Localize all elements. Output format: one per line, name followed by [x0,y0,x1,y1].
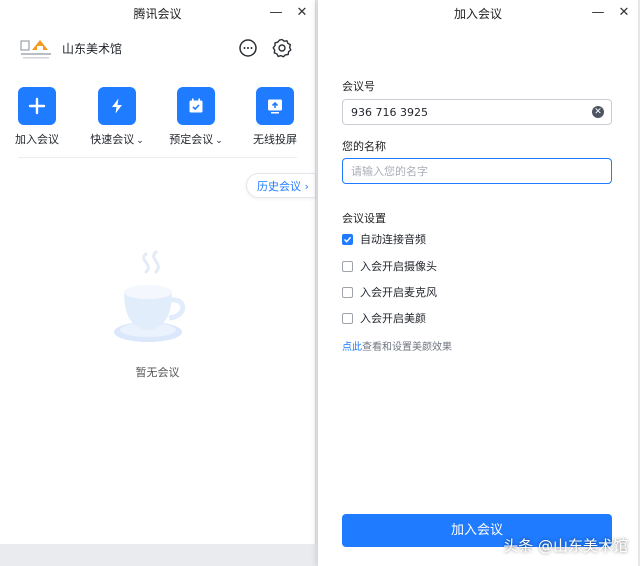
microphone-label: 入会开启麦克风 [360,286,437,299]
join-meeting-action[interactable]: 加入会议 [1,87,73,147]
history-meetings-button[interactable]: 历史会议 › [246,173,315,198]
coffee-cup-icon [114,250,186,342]
beauty-label: 入会开启美颜 [360,312,426,325]
gallery-logo-icon [20,40,51,59]
chevron-down-icon[interactable]: ⌄ [136,136,144,146]
checkbox-icon[interactable] [342,312,353,324]
your-name-label: 您的名称 [342,140,386,153]
main-window: 腾讯会议 — ✕ 山东美术馆 加入会议 快速会议 ⌄ 预定会议 ⌄ 无线投屏 历… [0,0,316,544]
settings-label: 会议设置 [342,212,386,225]
checkbox-checked-icon[interactable] [342,233,353,245]
join-meeting-window: 加入会议 — ✕ 会议号 ✕ 您的名称 会议设置 自动连接音频 入会开启摄像头 … [318,0,638,566]
meeting-id-label: 会议号 [342,80,375,93]
org-name: 山东美术馆 [62,42,123,56]
plus-icon [18,87,56,125]
beauty-settings-text: 查看和设置美颜效果 [362,342,452,353]
chat-icon[interactable] [238,38,258,58]
minimize-icon[interactable]: — [266,3,286,23]
quick-meeting-action[interactable]: 快速会议 ⌄ [81,87,153,147]
microphone-option[interactable]: 入会开启麦克风 [342,284,437,300]
close-icon[interactable]: ✕ [292,3,312,23]
checkbox-icon[interactable] [342,286,353,298]
close-icon[interactable]: ✕ [614,3,634,23]
gear-icon[interactable] [272,38,292,58]
camera-option[interactable]: 入会开启摄像头 [342,258,437,274]
schedule-meeting-action[interactable]: 预定会议 ⌄ [160,87,232,147]
meeting-id-input[interactable] [342,99,612,125]
your-name-input[interactable] [342,158,612,184]
auto-audio-option[interactable]: 自动连接音频 [342,231,426,247]
quick-meeting-label: 快速会议 [90,133,135,146]
beauty-settings-hint: 点此查看和设置美颜效果 [342,338,452,353]
beauty-option[interactable]: 入会开启美颜 [342,310,426,326]
screen-cast-icon [256,87,294,125]
wireless-cast-label: 无线投屏 [253,133,297,146]
lightning-icon [98,87,136,125]
calendar-check-icon [177,87,215,125]
checkbox-icon[interactable] [342,260,353,272]
chevron-down-icon[interactable]: ⌄ [215,136,223,146]
camera-label: 入会开启摄像头 [360,260,437,273]
auto-audio-label: 自动连接音频 [360,233,426,246]
wireless-cast-action[interactable]: 无线投屏 [239,87,311,147]
empty-state-text: 暂无会议 [135,366,180,379]
join-titlebar: 加入会议 — ✕ [318,0,638,26]
main-titlebar: 腾讯会议 — ✕ [0,0,315,26]
chevron-right-icon: › [304,180,309,193]
join-meeting-label: 加入会议 [15,133,59,146]
history-meetings-label: 历史会议 [257,180,301,193]
divider [18,157,297,158]
clear-icon[interactable]: ✕ [592,106,604,118]
minimize-icon[interactable]: — [588,3,608,23]
beauty-settings-link[interactable]: 点此 [342,342,362,353]
watermark: 头条 @山东美术馆 [503,537,628,555]
schedule-meeting-label: 预定会议 [169,133,214,146]
